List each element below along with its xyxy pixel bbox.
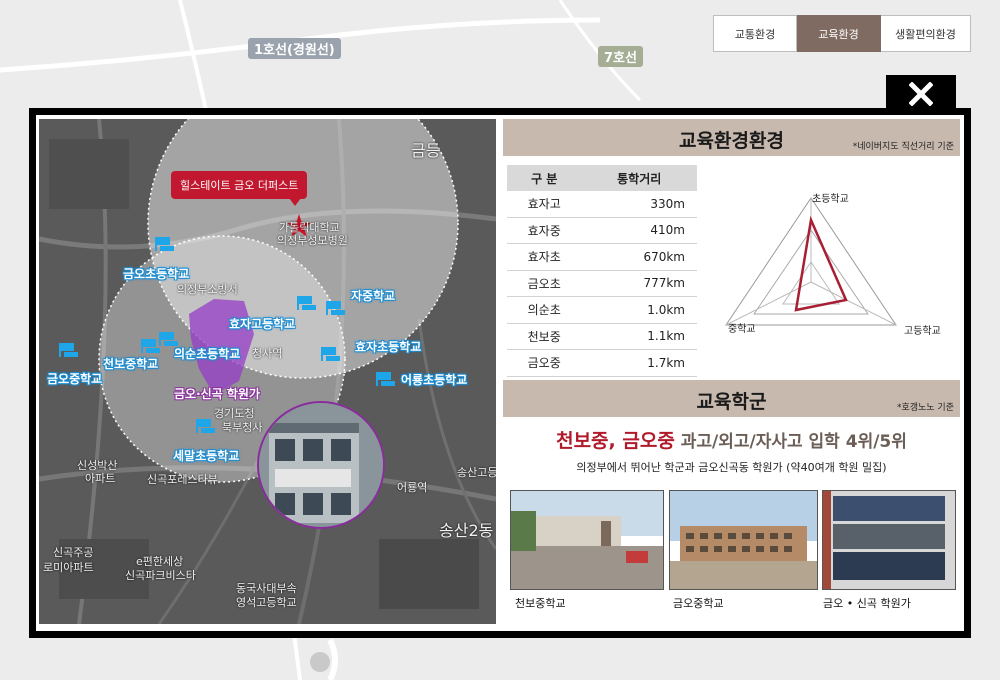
aerial-map: 힐스테이트 금오 더퍼스트 가톨릭대학교 의정부성모병원 의정부소방서 청사역 … (39, 119, 496, 624)
close-icon (909, 82, 933, 106)
radar-series (794, 215, 848, 312)
tab-living[interactable]: 생활편의환경 (881, 15, 971, 52)
photo-caption: 천보중학교 (515, 597, 566, 610)
headline-highlight: 천보중, 금오중 (556, 430, 675, 452)
table-header-row: 구 분 통학거리 (507, 165, 697, 191)
school-distance: 777km (581, 270, 697, 297)
school-flag-icon (159, 330, 179, 346)
radar-chart (725, 197, 897, 326)
school-label: 금오초등학교 (123, 267, 190, 281)
school-label: 천보중학교 (103, 357, 159, 371)
photo-caption: 금오중학교 (673, 597, 724, 610)
radar-label-right: 고등학교 (904, 326, 941, 337)
distance-table: 구 분 통학거리 효자고 330m 효자중 410m 효자초 670km 금오초 777… (507, 165, 697, 377)
academy-photo-inset (257, 401, 385, 529)
school-label: 의순초등학교 (174, 347, 241, 361)
school-flag-icon (196, 417, 216, 433)
place-label: 로미아파트 (43, 561, 94, 574)
school-label: 효자초등학교 (355, 340, 422, 354)
table-row: 금오초 777km (507, 270, 697, 297)
headline-rest: 과고/외고/자사고 입학 4위/5위 (674, 432, 907, 452)
school-name: 효자고 (507, 191, 582, 218)
place-label: 청사역 (252, 347, 283, 360)
school-flag-icon (297, 294, 317, 310)
edu-zone-title: 교육학군 (696, 391, 767, 413)
school-flag-icon (141, 337, 161, 353)
radar-label-left: 중학교 (728, 324, 756, 335)
table-row: 효자중 410m (507, 217, 697, 244)
school-name: 효자초 (507, 243, 582, 271)
school-name: 금오초 (507, 270, 582, 297)
edu-zone-headline: 천보중, 금오중 과고/외고/자사고 입학 4위/5위 (503, 426, 960, 453)
school-flag-icon (155, 235, 175, 251)
edu-zone-note: *호갱노노 기준 (896, 403, 954, 413)
table-row: 천보중 1.1km (507, 323, 697, 350)
place-label: 송산2동 (439, 521, 494, 540)
edu-zone-subline: 의정부에서 뛰어난 학군과 금오신곡동 학원가 (약40여개 학원 밀집) (576, 461, 887, 474)
academy-street-image (823, 491, 955, 589)
cheonbo-school-image (511, 491, 663, 589)
school-label: 효자고등학교 (229, 317, 296, 331)
table-row: 효자초 670km (507, 243, 697, 271)
education-modal: 힐스테이트 금오 더퍼스트 가톨릭대학교 의정부성모병원 의정부소방서 청사역 … (29, 108, 971, 638)
academy-building-image (259, 403, 383, 527)
school-distance: 1.0km (581, 296, 697, 324)
table-row: 금오중 1.7km (507, 349, 697, 377)
place-label: 의정부성모병원 (277, 234, 348, 247)
tab-transport[interactable]: 교통환경 (713, 15, 797, 52)
place-label: 북부청사 (222, 421, 263, 434)
place-label: 신곡포레스타뷰 (147, 473, 218, 486)
school-flag-icon (376, 370, 396, 386)
table-row: 효자고 330m (507, 191, 697, 218)
place-label: 신곡주공 (53, 546, 94, 559)
academy-area-label: 금오·신곡 학원가 (174, 387, 261, 401)
school-label: 어룡초등학교 (401, 373, 468, 387)
place-label: 금등 (411, 141, 441, 160)
col-header-category: 구 분 (507, 165, 582, 191)
school-distance: 410m (581, 217, 697, 244)
col-header-distance: 통학거리 (581, 165, 697, 191)
edu-env-header: 교육환경환경 *네이버지도 직선거리 기준 (503, 119, 960, 156)
school-label: 세말초등학교 (173, 449, 240, 463)
site-callout: 힐스테이트 금오 더퍼스트 (171, 171, 308, 206)
school-flag-icon (321, 345, 341, 361)
place-label: 어룡역 (397, 481, 428, 494)
school-distance: 1.1km (581, 323, 697, 350)
edu-zone-header: 교육학군 *호갱노노 기준 (503, 380, 960, 417)
geumo-school-image (670, 491, 817, 589)
school-label: 금오중학교 (47, 372, 103, 386)
place-label: 의정부소방서 (177, 283, 238, 296)
school-name: 금오중 (507, 349, 582, 377)
school-distance: 330m (581, 191, 697, 218)
env-tabs: 교통환경 교육환경 생활편의환경 (713, 15, 971, 52)
photo-cheonbo-school (510, 490, 664, 590)
table-row: 의순초 1.0km (507, 296, 697, 324)
school-distance: 670km (581, 243, 697, 271)
school-label: 자중학교 (351, 289, 396, 303)
place-label: 아파트 (85, 472, 116, 485)
school-name: 천보중 (507, 323, 582, 350)
school-name: 의순초 (507, 296, 582, 324)
photo-caption: 금오 • 신곡 학원가 (823, 597, 911, 610)
place-label: 송산고등 (457, 466, 496, 479)
photo-academy-street (822, 490, 956, 590)
line7-label: 7호선 (598, 46, 643, 67)
school-flag-icon (59, 341, 79, 357)
photo-geumo-school (669, 490, 818, 590)
school-distance: 1.7km (581, 349, 697, 377)
radar-label-top: 초등학교 (812, 194, 849, 205)
school-flag-icon (326, 299, 346, 315)
place-label: 신곡파크비스타 (125, 569, 196, 582)
place-label: 영석고등학교 (236, 596, 297, 609)
school-name: 효자중 (507, 217, 582, 244)
tab-education[interactable]: 교육환경 (797, 15, 881, 52)
line1-label: 1호선(경원선) (248, 38, 341, 59)
edu-env-note: *네이버지도 직선거리 기준 (852, 142, 954, 152)
